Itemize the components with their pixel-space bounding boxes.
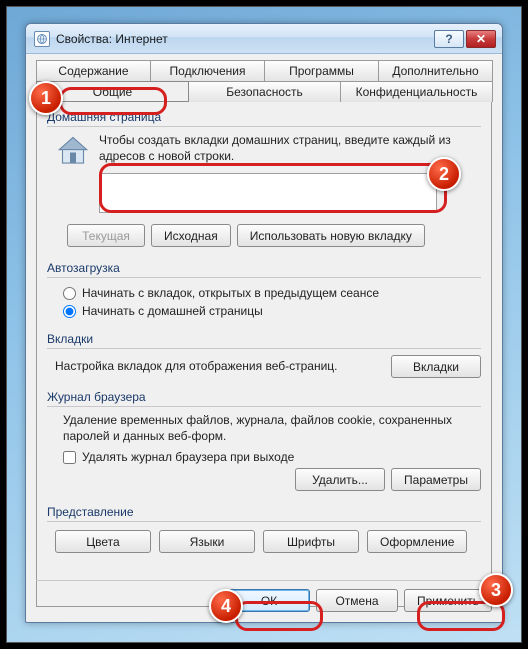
help-button[interactable]: ?: [434, 30, 464, 48]
use-newtab-button[interactable]: Использовать новую вкладку: [237, 224, 425, 247]
use-current-button[interactable]: Текущая: [67, 224, 145, 247]
homepage-url-input[interactable]: [99, 173, 437, 213]
history-params-button[interactable]: Параметры: [391, 468, 481, 491]
window-title: Свойства: Интернет: [56, 32, 434, 46]
history-group-label: Журнал браузера: [47, 390, 481, 404]
cancel-button[interactable]: Отмена: [316, 589, 398, 612]
tab-general[interactable]: Общие: [36, 81, 189, 102]
radio-homepage[interactable]: Начинать с домашней страницы: [55, 302, 481, 320]
home-icon: [55, 133, 91, 169]
history-desc: Удаление временных файлов, журнала, файл…: [55, 413, 481, 448]
delete-history-button[interactable]: Удалить...: [295, 468, 385, 491]
appearance-group-label: Представление: [47, 505, 481, 519]
radio-last-session[interactable]: Начинать с вкладок, открытых в предыдуще…: [55, 284, 481, 302]
tabs-settings-button[interactable]: Вкладки: [391, 355, 481, 378]
use-default-button[interactable]: Исходная: [151, 224, 231, 247]
tab-strip: Содержание Подключения Программы Дополни…: [36, 60, 492, 102]
dialog-footer: ОК Отмена Применить: [36, 580, 492, 612]
tab-connections[interactable]: Подключения: [150, 60, 265, 81]
tab-advanced[interactable]: Дополнительно: [378, 60, 493, 81]
languages-button[interactable]: Языки: [159, 530, 255, 553]
close-button[interactable]: ✕: [466, 30, 496, 48]
delete-on-exit-checkbox[interactable]: Удалять журнал браузера при выходе: [55, 448, 481, 466]
tabs-desc: Настройка вкладок для отображения веб-ст…: [55, 359, 379, 375]
general-panel: Домашняя страница Чтобы создать вкладки …: [36, 101, 492, 607]
tab-security[interactable]: Безопасность: [188, 81, 341, 102]
tab-programs[interactable]: Программы: [264, 60, 379, 81]
tabs-group-label: Вкладки: [47, 332, 481, 346]
radio-last-session-input[interactable]: [63, 287, 76, 300]
fonts-button[interactable]: Шрифты: [263, 530, 359, 553]
internet-options-icon: [34, 31, 50, 47]
ok-button[interactable]: ОК: [228, 589, 310, 612]
titlebar[interactable]: Свойства: Интернет ? ✕: [26, 24, 502, 54]
radio-homepage-input[interactable]: [63, 305, 76, 318]
homepage-hint: Чтобы создать вкладки домашних страниц, …: [99, 133, 481, 164]
tab-privacy[interactable]: Конфиденциальность: [340, 81, 493, 102]
tab-content[interactable]: Содержание: [36, 60, 151, 81]
homepage-group-label: Домашняя страница: [47, 110, 481, 124]
internet-properties-dialog: Свойства: Интернет ? ✕ Содержание Подклю…: [25, 23, 503, 623]
apply-button[interactable]: Применить: [404, 589, 492, 612]
delete-on-exit-input[interactable]: [63, 451, 76, 464]
autoload-group-label: Автозагрузка: [47, 261, 481, 275]
colors-button[interactable]: Цвета: [55, 530, 151, 553]
accessibility-button[interactable]: Оформление: [367, 530, 467, 553]
